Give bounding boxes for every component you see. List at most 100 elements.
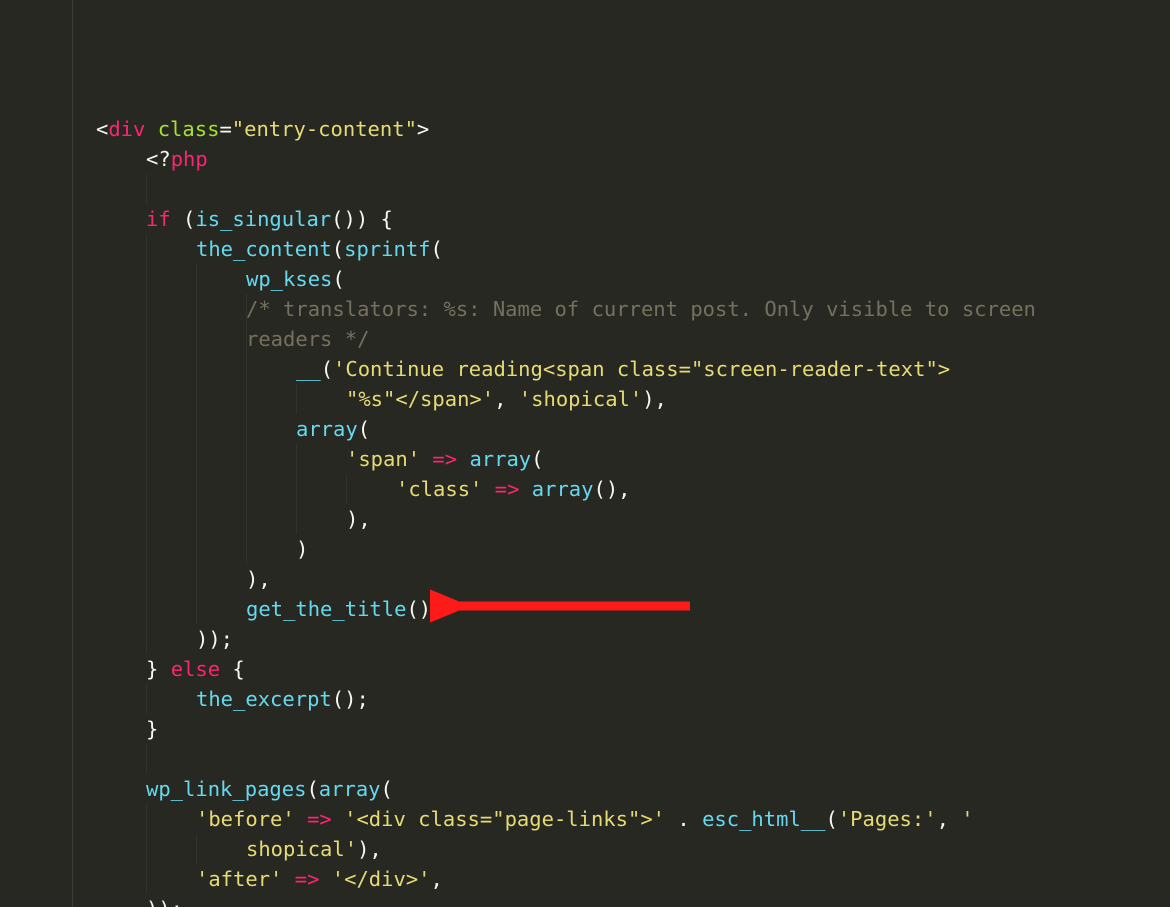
code-token: . (665, 807, 702, 831)
code-line: ), (96, 564, 1170, 594)
indent-guide (196, 354, 197, 384)
code-token: ( (332, 237, 344, 261)
code-token: '<div class="page-links">' (344, 807, 665, 831)
code-line: 'before' => '<div class="page-links">' .… (96, 804, 1170, 834)
indent-guide (296, 504, 297, 534)
code-token: { (220, 657, 245, 681)
code-token: ( (531, 447, 543, 471)
code-token: => (295, 867, 320, 891)
indent-guide (196, 264, 197, 294)
code-token: array (532, 477, 594, 501)
code-token: the_content (196, 237, 332, 261)
code-line (96, 174, 1170, 204)
code-token: , (937, 807, 962, 831)
code-line: 'after' => '</div>', (96, 864, 1170, 894)
indent-guide (146, 864, 147, 894)
code-line: <div class="entry-content"> (96, 114, 1170, 144)
code-line: ) (96, 534, 1170, 564)
code-token: wp_kses (246, 267, 332, 291)
code-token (482, 477, 494, 501)
indent-guide (246, 414, 247, 444)
indent-guide (146, 534, 147, 564)
code-token: 'Continue reading<span class="screen-rea… (333, 357, 962, 381)
code-token: (); (332, 687, 369, 711)
code-token: ( (306, 777, 318, 801)
indent-guide (146, 354, 147, 384)
code-token: < (96, 117, 108, 141)
code-line: readers */ (96, 324, 1170, 354)
indent-guide (196, 294, 197, 324)
indent-guide (146, 234, 147, 264)
code-token: ( (358, 417, 370, 441)
code-token: } (146, 717, 158, 741)
code-token: array (296, 417, 358, 441)
code-token (332, 807, 344, 831)
code-token: => (495, 477, 520, 501)
indent-guide (346, 474, 347, 504)
code-token: ( (332, 267, 344, 291)
indent-guide (246, 474, 247, 504)
indent-guide (146, 294, 147, 324)
code-token: )); (146, 897, 183, 907)
indent-guide (246, 444, 247, 474)
code-line: array( (96, 414, 1170, 444)
code-token: 'before' (196, 807, 295, 831)
indent-guide (146, 564, 147, 594)
code-token: => (432, 447, 457, 471)
code-token: 'Pages:' (838, 807, 937, 831)
code-line: if (is_singular()) { (96, 204, 1170, 234)
indent-guide (146, 594, 147, 624)
indent-guide (196, 444, 197, 474)
code-token: ( (431, 237, 443, 261)
code-line: the_excerpt(); (96, 684, 1170, 714)
indent-guide (246, 354, 247, 384)
code-token: )); (196, 627, 233, 651)
code-token (420, 447, 432, 471)
indent-guide (146, 414, 147, 444)
indent-guide (246, 324, 247, 354)
code-token: ( (381, 777, 393, 801)
code-token (319, 867, 331, 891)
code-line: wp_kses( (96, 264, 1170, 294)
code-line: /* translators: %s: Name of current post… (96, 294, 1170, 324)
indent-guide (246, 534, 247, 564)
indent-guide (196, 534, 197, 564)
code-token: ), (357, 837, 382, 861)
code-token (282, 867, 294, 891)
code-line: 'span' => array( (96, 444, 1170, 474)
indent-guide (146, 474, 147, 504)
code-token: ( (171, 207, 196, 231)
indent-guide (196, 504, 197, 534)
code-editor[interactable]: <div class="entry-content"><?php if (is_… (0, 0, 1170, 907)
code-line: get_the_title() (96, 594, 1170, 624)
code-token (295, 807, 307, 831)
code-token: is_singular (195, 207, 331, 231)
code-line: ), (96, 504, 1170, 534)
code-line: )); (96, 624, 1170, 654)
code-line (96, 744, 1170, 774)
code-area[interactable]: <div class="entry-content"><?php if (is_… (96, 114, 1170, 907)
indent-guide (296, 474, 297, 504)
code-token: 'class' (396, 477, 482, 501)
indent-guide (246, 294, 247, 324)
indent-guide (196, 414, 197, 444)
code-line: )); (96, 894, 1170, 907)
code-token: ), (246, 567, 271, 591)
code-line: "%s"</span>', 'shopical'), (96, 384, 1170, 414)
indent-guide (146, 324, 147, 354)
code-token: } (146, 657, 171, 681)
code-line: 'class' => array(), (96, 474, 1170, 504)
indent-guide (196, 564, 197, 594)
indent-guide (196, 384, 197, 414)
editor-gutter (0, 0, 73, 907)
code-token: get_the_title (246, 597, 406, 621)
indent-guide (146, 834, 147, 864)
code-token: = (219, 117, 231, 141)
code-token: 'shopical' (519, 387, 642, 411)
code-token: "%s"</span>' (346, 387, 494, 411)
code-token: /* translators: %s: Name of current post… (246, 297, 1048, 321)
code-token: array (319, 777, 381, 801)
code-line: } else { (96, 654, 1170, 684)
code-token: class (158, 117, 220, 141)
indent-guide (146, 624, 147, 654)
